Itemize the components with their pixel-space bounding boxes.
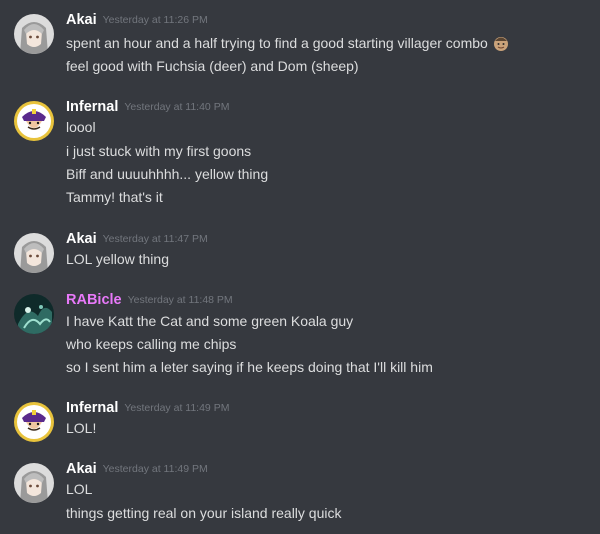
avatar-infernal[interactable] xyxy=(14,101,54,141)
timestamp: Yesterday at 11:47 PM xyxy=(102,233,208,245)
avatar-akai[interactable] xyxy=(14,14,54,54)
message-group: Infernal Yesterday at 11:49 PM LOL! xyxy=(0,398,600,442)
message-text-content: spent an hour and a half trying to find … xyxy=(66,35,488,51)
message-header: Infernal Yesterday at 11:40 PM xyxy=(66,97,229,117)
message-text: Biff and uuuuhhhh... yellow thing xyxy=(66,166,269,182)
timestamp: Yesterday at 11:48 PM xyxy=(127,294,233,306)
message-text: so I sent him a leter saying if he keeps… xyxy=(66,359,433,375)
username[interactable]: Infernal xyxy=(66,400,118,416)
username[interactable]: Akai xyxy=(66,231,97,247)
message-text: I have Katt the Cat and some green Koala… xyxy=(66,313,354,329)
timestamp: Yesterday at 11:26 PM xyxy=(102,14,208,26)
username[interactable]: Akai xyxy=(66,461,97,477)
avatar-akai[interactable] xyxy=(14,463,54,503)
username[interactable]: Akai xyxy=(66,12,97,28)
timestamp: Yesterday at 11:49 PM xyxy=(102,463,208,475)
message-header: Akai Yesterday at 11:47 PM xyxy=(66,229,208,249)
message-group: Akai Yesterday at 11:26 PM spent an hour … xyxy=(0,10,600,76)
message-text: LOL xyxy=(66,481,93,497)
message-text: feel good with Fuchsia (deer) and Dom (s… xyxy=(66,58,359,74)
message-text: LOL! xyxy=(66,420,97,436)
avatar-rabicle[interactable] xyxy=(14,294,54,334)
message-group: RABicle Yesterday at 11:48 PM I have Katt… xyxy=(0,290,600,380)
message-header: Akai Yesterday at 11:49 PM xyxy=(66,459,208,479)
message-text: spent an hour and a half trying to find … xyxy=(66,33,510,53)
message-text: things getting real on your island reall… xyxy=(66,505,342,521)
message-group: Akai Yesterday at 11:49 PM LOL things get… xyxy=(0,459,600,525)
message-group: Akai Yesterday at 11:47 PM LOL yellow thi… xyxy=(0,229,600,273)
message-text: who keeps calling me chips xyxy=(66,336,237,352)
chat-messages: Akai Yesterday at 11:26 PM spent an hour … xyxy=(0,0,600,534)
username[interactable]: RABicle xyxy=(66,292,122,308)
message-header: Akai Yesterday at 11:26 PM xyxy=(66,10,208,30)
villager-emoji-icon xyxy=(492,34,510,52)
timestamp: Yesterday at 11:40 PM xyxy=(124,101,230,113)
avatar-infernal[interactable] xyxy=(14,402,54,442)
message-header: Infernal Yesterday at 11:49 PM xyxy=(66,398,229,418)
message-group: Infernal Yesterday at 11:40 PM loool i ju… xyxy=(0,97,600,207)
avatar-akai[interactable] xyxy=(14,233,54,273)
timestamp: Yesterday at 11:49 PM xyxy=(124,402,230,414)
message-text: loool xyxy=(66,119,96,135)
username[interactable]: Infernal xyxy=(66,99,118,115)
message-text: LOL yellow thing xyxy=(66,251,169,267)
message-header: RABicle Yesterday at 11:48 PM xyxy=(66,290,233,310)
message-text: i just stuck with my first goons xyxy=(66,143,252,159)
message-text: Tammy! that's it xyxy=(66,189,163,205)
